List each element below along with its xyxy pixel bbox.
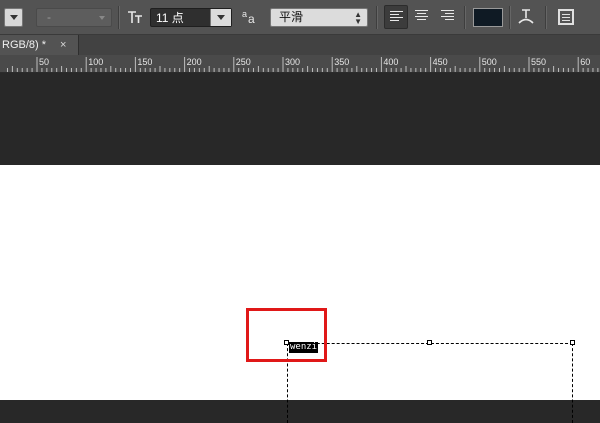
font-size-field[interactable]: 11 点 xyxy=(150,8,232,27)
text-size-icon xyxy=(124,6,146,28)
toolbar-divider xyxy=(118,6,120,29)
chevron-down-icon xyxy=(10,15,18,20)
close-icon[interactable]: × xyxy=(60,38,66,52)
font-style-select[interactable]: - xyxy=(36,8,112,27)
ruler-label: 550 xyxy=(531,57,546,67)
toolbar-divider xyxy=(545,6,547,29)
bounding-box-handle-top-middle[interactable] xyxy=(427,340,432,345)
antialias-icon: a a xyxy=(240,6,262,28)
warp-text-button[interactable] xyxy=(515,6,537,28)
tool-preset-dropdown[interactable] xyxy=(4,8,23,27)
text-bounding-box[interactable] xyxy=(287,343,573,423)
font-style-value: - xyxy=(47,10,51,24)
highlight-annotation xyxy=(246,308,327,362)
ruler-scale: 50 100 150 200 250 300 350 400 450 500 550 60 xyxy=(6,57,599,72)
toolbar-divider xyxy=(509,6,511,29)
font-size-dropdown-button[interactable] xyxy=(210,9,231,26)
ruler-label: 200 xyxy=(187,57,202,67)
align-right-button[interactable] xyxy=(436,5,460,29)
chevron-down-icon xyxy=(217,15,225,20)
antialias-value: 平滑 xyxy=(279,10,304,24)
ruler-label: 100 xyxy=(88,57,103,67)
svg-text:a: a xyxy=(248,12,255,26)
toolbar-divider xyxy=(464,6,466,29)
toolbar-divider xyxy=(376,6,378,29)
ruler-label: 250 xyxy=(236,57,251,67)
align-left-button[interactable] xyxy=(384,5,408,29)
horizontal-ruler: 50 100 150 200 250 300 350 400 450 500 550 60 xyxy=(0,55,600,73)
ruler-label: 350 xyxy=(334,57,349,67)
align-center-button[interactable] xyxy=(410,5,434,29)
ruler-label: 50 xyxy=(39,57,49,67)
ruler-label: 450 xyxy=(433,57,448,67)
ruler-label: 150 xyxy=(137,57,152,67)
antialias-select[interactable]: 平滑 ▲ ▼ xyxy=(270,8,368,27)
document-tab-title: RGB/8) * xyxy=(2,39,47,51)
ruler-label: 300 xyxy=(285,57,300,67)
options-toolbar: - 11 点 a a 平滑 ▲ ▼ xyxy=(0,0,600,35)
character-panel-button[interactable] xyxy=(558,9,574,25)
warp-text-icon xyxy=(518,9,534,24)
align-left-icon xyxy=(390,11,403,24)
align-center-icon xyxy=(415,10,428,23)
ruler-label: 400 xyxy=(383,57,398,67)
bounding-box-handle-top-right[interactable] xyxy=(570,340,575,345)
align-right-icon xyxy=(441,10,454,23)
document-tab-bar: RGB/8) * × xyxy=(0,35,600,55)
text-color-swatch[interactable] xyxy=(473,8,503,27)
ruler-label: 60 xyxy=(580,57,590,67)
ruler-label: 500 xyxy=(482,57,497,67)
document-tab[interactable]: RGB/8) * × xyxy=(0,35,79,55)
up-down-arrows-icon: ▲ ▼ xyxy=(354,10,362,26)
svg-text:a: a xyxy=(242,9,247,19)
pasteboard xyxy=(0,73,600,165)
chevron-down-icon xyxy=(99,16,105,20)
font-size-value: 11 点 xyxy=(156,11,184,25)
